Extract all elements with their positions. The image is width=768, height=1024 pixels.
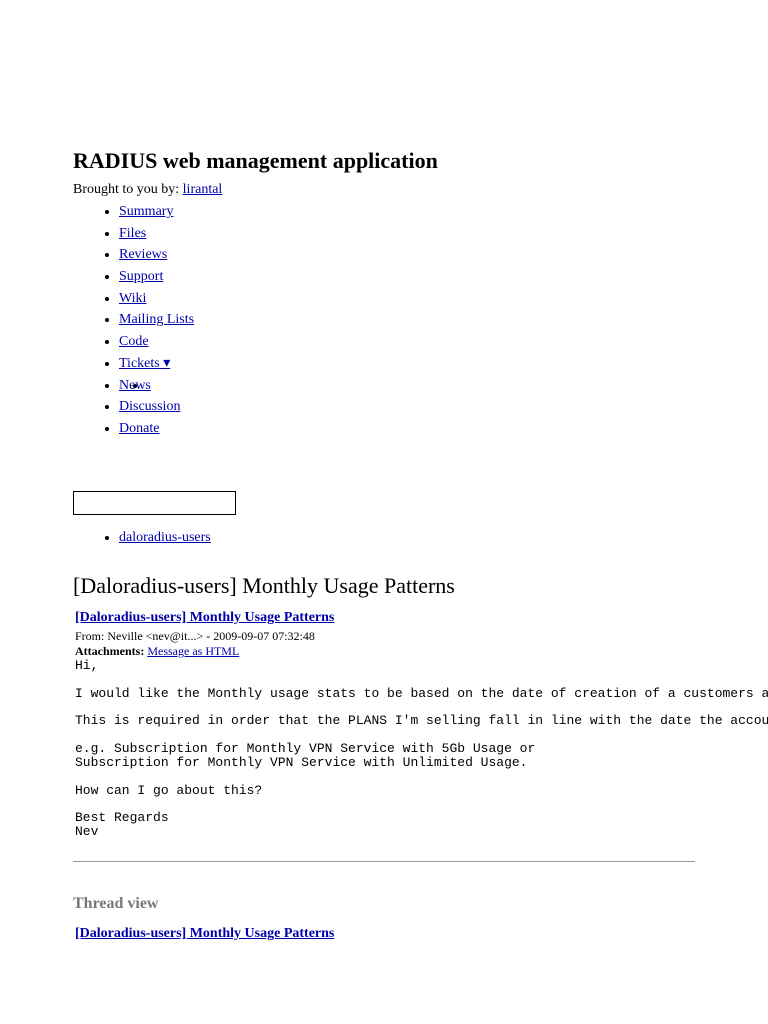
author-link[interactable]: lirantal [183, 182, 223, 197]
nav-link-tickets[interactable]: Tickets ▾ [119, 356, 170, 371]
list-item: daloradius-users [119, 530, 211, 546]
mailing-lists: daloradius-users [73, 530, 211, 546]
nav-link-mailing-lists[interactable]: Mailing Lists [119, 312, 194, 327]
divider [73, 861, 695, 862]
nav-item-support: Support [119, 266, 194, 288]
nav-item-reviews: Reviews [119, 244, 194, 266]
nav-link-discussion[interactable]: Discussion [119, 399, 180, 414]
nav-link-support[interactable]: Support [119, 269, 163, 284]
message-from: From: Neville <nev@it...> - 2009-09-07 0… [75, 629, 315, 643]
message-attachments: Attachments: Message as HTML [75, 644, 239, 659]
attachments-label: Attachments: [75, 644, 145, 658]
thread-view-heading: Thread view [73, 895, 159, 912]
list-link-daloradius-users[interactable]: daloradius-users [119, 530, 211, 545]
brought-by: Brought to you by: lirantal [73, 182, 222, 198]
nav-item-mailing-lists: Mailing Lists [119, 309, 194, 331]
attachment-link[interactable]: Message as HTML [147, 644, 239, 658]
nav-item-news: News [119, 375, 194, 397]
thread-item-link[interactable]: [Daloradius-users] Monthly Usage Pattern… [75, 926, 334, 942]
nav-item-summary: Summary [119, 201, 194, 223]
nav-link-news[interactable]: News [119, 378, 151, 393]
nav-link-files[interactable]: Files [119, 226, 146, 241]
page-title: [Daloradius-users] Monthly Usage Pattern… [73, 573, 455, 598]
project-nav: Summary Files Reviews Support Wiki Maili… [73, 201, 194, 440]
nav-link-wiki[interactable]: Wiki [119, 291, 146, 306]
nav-link-summary[interactable]: Summary [119, 204, 173, 219]
project-title: RADIUS web management application [73, 148, 438, 173]
nav-item-files: Files [119, 223, 194, 245]
brought-by-label: Brought to you by: [73, 182, 180, 197]
nav-link-donate[interactable]: Donate [119, 421, 159, 436]
nav-item-tickets: Tickets ▾ [119, 353, 194, 375]
message-body: Hi, I would like the Monthly usage stats… [75, 659, 768, 839]
nav-item-discussion: Discussion [119, 396, 194, 418]
nav-item-wiki: Wiki [119, 288, 194, 310]
nav-link-code[interactable]: Code [119, 334, 149, 349]
nav-item-code: Code [119, 331, 194, 353]
search-input[interactable] [73, 491, 236, 515]
nav-item-donate: Donate [119, 418, 194, 440]
nav-link-reviews[interactable]: Reviews [119, 247, 167, 262]
message-subject-link[interactable]: [Daloradius-users] Monthly Usage Pattern… [75, 610, 334, 626]
